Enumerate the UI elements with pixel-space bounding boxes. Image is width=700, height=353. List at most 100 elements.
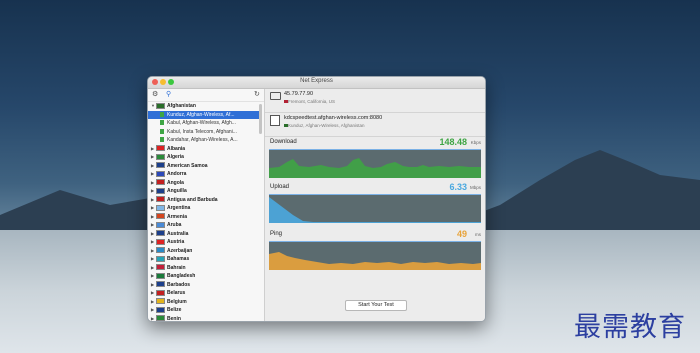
country-row[interactable]: ▶ Belarus — [148, 289, 262, 298]
ping-unit: ms — [475, 232, 481, 237]
row-label: Antigua and Barbuda — [167, 196, 218, 203]
client-ip: 45.79.77.90 — [284, 91, 314, 97]
row-label: Argentina — [167, 205, 191, 211]
watermark-logo: 最需教育 — [574, 312, 686, 343]
country-row[interactable]: ▶ Argentina — [148, 204, 262, 213]
flag-icon — [156, 306, 165, 313]
country-row[interactable]: ▶ Andorra — [148, 170, 262, 179]
server-icon — [270, 115, 280, 126]
row-label: Kandahar, Afghan-Wireless, A... — [167, 137, 238, 143]
row-label: American Samoa — [167, 162, 208, 169]
country-row[interactable]: ▶ Bahrain — [148, 264, 262, 273]
row-label: Afghanistan — [167, 103, 196, 109]
country-row[interactable]: ▶ Belize — [148, 306, 262, 315]
row-label: Bahamas — [167, 256, 190, 262]
flag-icon — [156, 204, 165, 211]
flag-icon — [156, 315, 165, 321]
row-label: Belarus — [167, 290, 186, 296]
gear-icon[interactable]: ⚙ — [152, 91, 158, 99]
country-row[interactable]: ▶ Bangladesh — [148, 272, 262, 281]
flag-icon — [156, 264, 165, 271]
server-info: kdcspeedtest.afghan-wireless.com:8080 Ku… — [265, 113, 485, 137]
server-location: Kunduz, Afghan-Wireless, Afghanistan — [288, 123, 365, 128]
ping-graph-area — [269, 252, 481, 270]
server-sidebar: ⚙ ⚲ ↻ ▼ Afghanistan Kunduz, Afghan-Wireles… — [148, 89, 265, 321]
main-panel: 45.79.77.90 Fremont, California, US kdcs… — [265, 89, 485, 321]
ping-graph — [269, 241, 481, 270]
row-label: Bangladesh — [167, 273, 196, 279]
upload-label: Upload — [270, 184, 290, 190]
row-label: Australia — [167, 230, 189, 237]
server-status-icon — [160, 137, 164, 143]
row-label: Kunduz, Afghan-Wireless, Af... — [167, 111, 235, 118]
country-row[interactable]: ▶ Benin — [148, 315, 262, 322]
server-row[interactable]: Kunduz, Afghan-Wireless, Af... — [148, 110, 262, 119]
flag-icon — [156, 102, 165, 109]
flag-icon — [156, 187, 165, 194]
row-label: Andorra — [167, 171, 187, 177]
country-row[interactable]: ▶ Aruba — [148, 221, 262, 230]
flag-icon — [156, 221, 165, 228]
row-label: Armenia — [167, 213, 188, 220]
flag-icon — [156, 153, 165, 160]
flag-icon — [156, 196, 165, 203]
monitor-icon — [270, 92, 281, 100]
flag-icon — [156, 162, 165, 169]
country-row[interactable]: ▼ Afghanistan — [148, 102, 262, 111]
country-row[interactable]: ▶ Algeria — [148, 153, 262, 162]
server-row[interactable]: Kabul, Afghan-Wireless, Afgh... — [148, 119, 262, 128]
row-label: Austria — [167, 239, 185, 245]
country-row[interactable]: ▶ Barbados — [148, 281, 262, 290]
sidebar-toolbar: ⚙ ⚲ ↻ — [148, 89, 264, 102]
server-row[interactable]: Kabul, Insta Telecom, Afghani... — [148, 128, 262, 137]
server-status-icon — [160, 111, 164, 117]
server-status-icon — [160, 128, 164, 134]
ping-label: Ping — [270, 231, 283, 237]
flag-icon — [156, 272, 165, 279]
country-row[interactable]: ▶ Australia — [148, 230, 262, 239]
country-row[interactable]: ▶ Antigua and Barbuda — [148, 196, 262, 205]
flag-icon — [156, 213, 165, 220]
start-test-button[interactable]: Start Your Test — [345, 300, 407, 311]
country-row[interactable]: ▶ Austria — [148, 238, 262, 247]
row-label: Belize — [167, 307, 182, 313]
row-label: Anguilla — [167, 188, 187, 194]
flag-icon — [156, 247, 165, 254]
country-row[interactable]: ▶ Anguilla — [148, 187, 262, 196]
server-host: kdcspeedtest.afghan-wireless.com:8080 — [284, 115, 383, 121]
client-location: Fremont, California, US — [288, 99, 336, 104]
download-graph-area — [269, 158, 481, 178]
upload-graph — [269, 194, 481, 223]
flag-icon — [156, 170, 165, 177]
upload-unit: Mbps — [469, 185, 481, 190]
country-row[interactable]: ▶ Angola — [148, 179, 262, 188]
client-info: 45.79.77.90 Fremont, California, US — [265, 89, 485, 113]
flag-icon — [156, 289, 165, 296]
row-label: Barbados — [167, 281, 191, 288]
country-row[interactable]: ▶ Albania — [148, 145, 262, 154]
country-row[interactable]: ▶ Armenia — [148, 213, 262, 222]
country-row[interactable]: ▶ American Samoa — [148, 162, 262, 171]
download-value: 148.48 — [439, 137, 467, 147]
country-row[interactable]: ▶ Azerbaijan — [148, 247, 262, 256]
sidebar-scrollbar[interactable] — [259, 104, 262, 134]
row-label: Albania — [167, 145, 186, 152]
pin-icon[interactable]: ⚲ — [166, 91, 171, 99]
window-title: Net Express — [300, 78, 333, 84]
title-bar[interactable]: Net Express — [148, 77, 485, 89]
refresh-icon[interactable]: ↻ — [254, 91, 260, 99]
download-label: Download — [270, 139, 297, 145]
ping-value: 49 — [456, 229, 467, 239]
row-label: Benin — [167, 315, 181, 322]
country-row[interactable]: ▶ Bahamas — [148, 255, 262, 264]
row-label: Kabul, Afghan-Wireless, Afgh... — [167, 120, 236, 126]
flag-icon — [156, 230, 165, 237]
country-row[interactable]: ▶ Belgium — [148, 298, 262, 307]
app-window: Net Express ⚙ ⚲ ↻ ▼ Afghanistan Kunduz, Af… — [147, 76, 486, 322]
row-label: Angola — [167, 179, 184, 186]
flag-icon — [156, 238, 165, 245]
row-label: Algeria — [167, 154, 184, 160]
server-tree: ▼ Afghanistan Kunduz, Afghan-Wireless, Af.… — [148, 102, 262, 322]
server-status-icon — [160, 120, 164, 126]
server-row[interactable]: Kandahar, Afghan-Wireless, A... — [148, 136, 262, 145]
